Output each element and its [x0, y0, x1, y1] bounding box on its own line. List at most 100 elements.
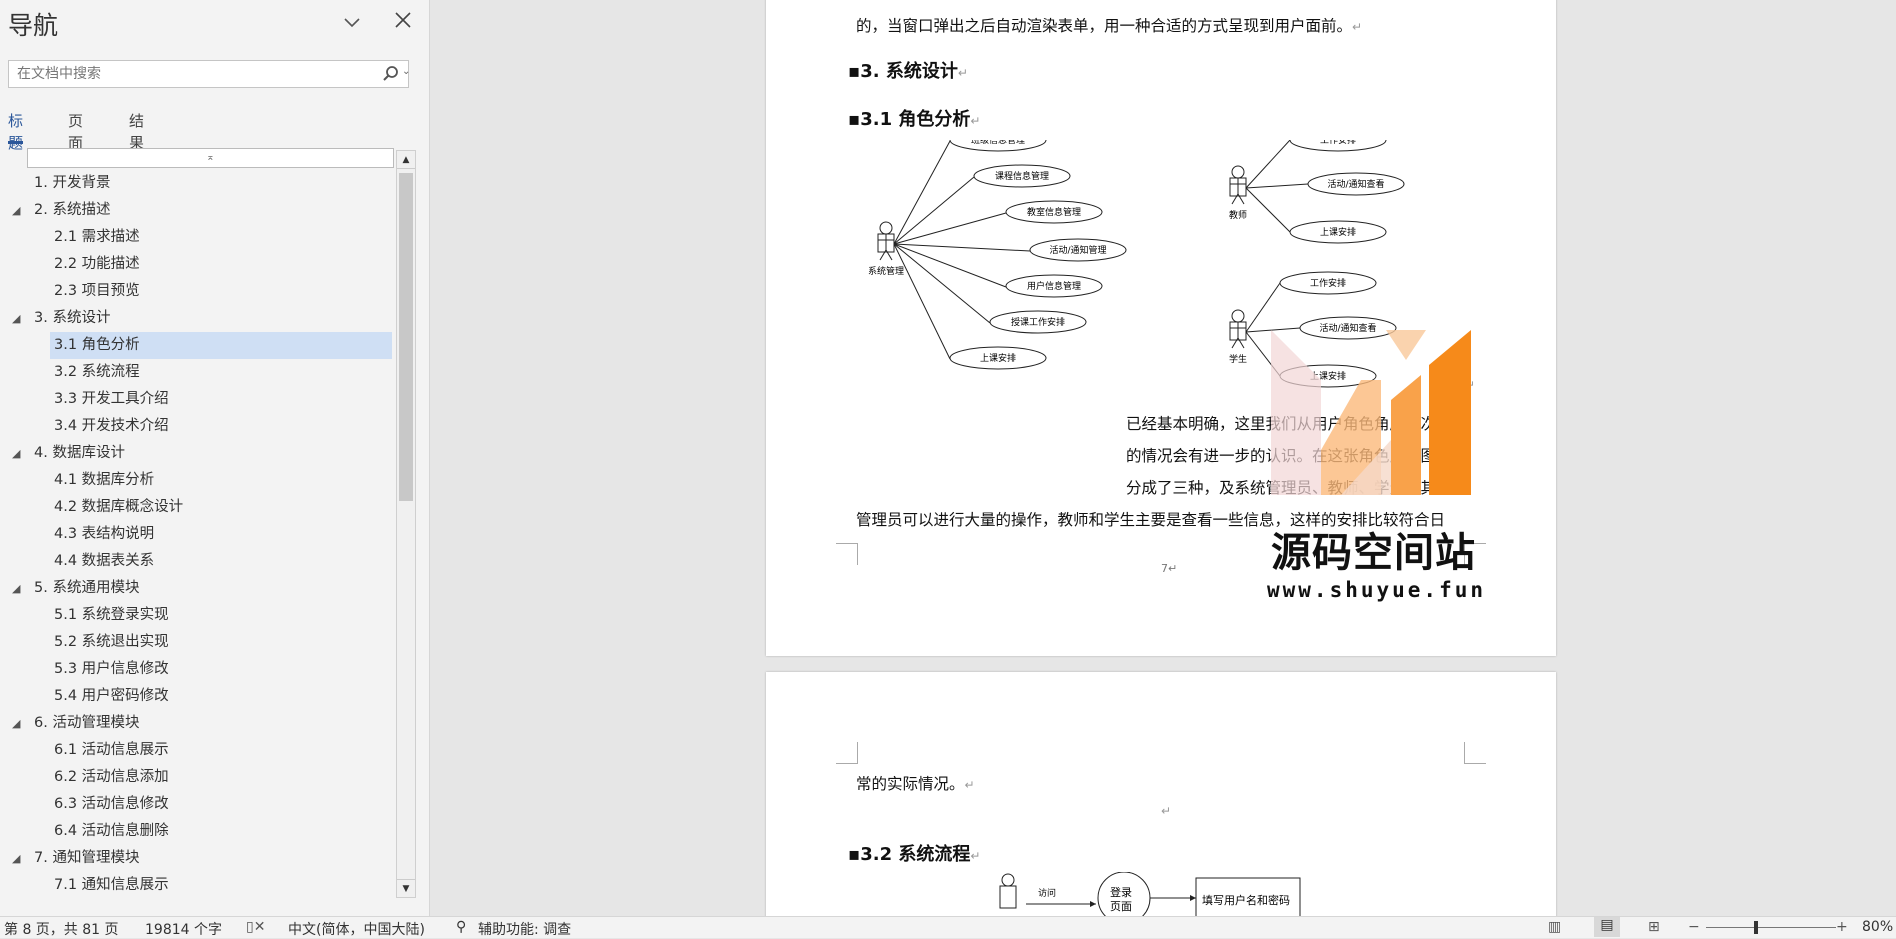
outline-item[interactable]: 2.3 项目预览 [0, 278, 396, 305]
outline-item[interactable]: 6.4 活动信息删除 [0, 818, 396, 845]
body-text-line: 管理员可以进行大量的操作，教师和学生主要是查看一些信息，这样的安排比较符合日 [856, 511, 1446, 529]
use-case-label: 活动/通知查看 [1327, 178, 1384, 190]
use-case-ellipse: 工作安排 [1279, 271, 1377, 295]
search-box[interactable]: ⌄ [8, 60, 410, 88]
use-case-ellipse: 班级信息管理 [949, 140, 1047, 152]
navigation-pane: 导航 ⌄ 标题 页面 结果 ⌅ 1. 开发背景 ◢ 2. 系统描述 2.1 需求描述 2… [0, 0, 430, 916]
flow-label-access: 访问 [1038, 887, 1056, 899]
word-count[interactable]: 19814 个字 [145, 919, 222, 939]
use-case-diagram: 班级信息管理课程信息管理教室信息管理活动/通知管理用户信息管理授课工作安排上课安… [868, 140, 1405, 388]
outline-item[interactable]: 5.1 系统登录实现 [0, 602, 396, 629]
outline-item[interactable]: 1. 开发背景 [0, 170, 396, 197]
use-case-label: 上课安排 [1310, 370, 1346, 382]
zoom-slider-thumb[interactable] [1754, 921, 1758, 934]
outline-item[interactable]: ◢ 4. 数据库设计 [0, 440, 396, 467]
use-case-label: 上课安排 [980, 352, 1016, 364]
use-case-ellipse: 活动/通知管理 [1029, 238, 1127, 262]
heading-3-1: ▪3.1 角色分析↵ [848, 109, 981, 130]
outline-item[interactable]: 3.2 系统流程 [0, 359, 396, 386]
expand-toggle-icon[interactable]: ◢ [12, 575, 20, 602]
expand-toggle-icon[interactable]: ◢ [12, 440, 20, 467]
flow-box-label: 填写用户名和密码 [1202, 893, 1290, 907]
use-case-ellipse: 教室信息管理 [1005, 200, 1103, 224]
outline-item[interactable]: 6.1 活动信息展示 [0, 737, 396, 764]
use-case-ellipse: 授课工作安排 [989, 310, 1087, 334]
scroll-down-icon[interactable]: ▼ [397, 879, 415, 897]
tab-headings[interactable]: 标题 [8, 110, 24, 152]
use-case-label: 活动/通知管理 [1049, 244, 1106, 256]
tab-pages[interactable]: 页面 [68, 110, 83, 152]
print-layout-icon[interactable]: ▤ [1594, 917, 1620, 937]
zoom-level[interactable]: 80% [1862, 919, 1893, 935]
web-layout-icon[interactable]: ⊞ [1648, 919, 1660, 935]
outline-item[interactable]: 2.1 需求描述 [0, 224, 396, 251]
outline-item[interactable]: 6.2 活动信息添加 [0, 764, 396, 791]
outline-item[interactable]: 4.3 表结构说明 [0, 521, 396, 548]
scroll-to-top-icon[interactable]: ⌅ [27, 148, 394, 168]
outline-item-label: 5.2 系统退出实现 [54, 634, 169, 650]
use-case-ellipse: 活动/通知查看 [1299, 316, 1397, 340]
outline-item[interactable]: ◢ 7. 通知管理模块 [0, 845, 396, 872]
outline-item[interactable]: 3.1 角色分析 [0, 332, 396, 359]
page-count[interactable]: 第 8 页，共 81 页 [4, 919, 119, 939]
outline-item-label: 3.3 开发工具介绍 [54, 391, 169, 407]
search-input[interactable] [9, 61, 369, 87]
actor-figure: 教师 [1229, 165, 1247, 221]
zoom-out-icon[interactable]: − [1688, 919, 1700, 935]
outline-item[interactable]: 6.3 活动信息修改 [0, 791, 396, 818]
document-canvas[interactable]: 的，当窗口弹出之后自动渲染表单，用一种合适的方式呈现到用户面前。↵ ▪3. 系统… [431, 0, 1896, 916]
document-page[interactable]: 的，当窗口弹出之后自动渲染表单，用一种合适的方式呈现到用户面前。↵ ▪3. 系统… [766, 0, 1556, 656]
outline-item[interactable]: 3.3 开发工具介绍 [0, 386, 396, 413]
outline-item-label: 3.1 角色分析 [50, 332, 392, 359]
use-case-label: 课程信息管理 [995, 170, 1049, 182]
proofing-icon[interactable]: ▯✕ [246, 919, 265, 935]
outline-item[interactable]: ◢ 2. 系统描述 [0, 197, 396, 224]
language-indicator[interactable]: 中文(简体，中国大陆) [288, 919, 425, 939]
use-case-label: 教室信息管理 [1027, 206, 1081, 218]
outline-item[interactable]: ◢ 5. 系统通用模块 [0, 575, 396, 602]
outline-item[interactable]: 5.4 用户密码修改 [0, 683, 396, 710]
actor-figure: 学生 [1229, 309, 1247, 365]
expand-toggle-icon[interactable]: ◢ [12, 197, 20, 224]
scrollbar-thumb[interactable] [399, 173, 413, 501]
outline-scrollbar[interactable]: ▲ ▼ [396, 150, 416, 898]
expand-toggle-icon[interactable]: ◢ [12, 305, 20, 332]
accessibility-status[interactable]: 辅助功能: 调查 [478, 919, 571, 939]
outline-item-label: 4.1 数据库分析 [54, 472, 155, 488]
accessibility-icon[interactable]: ⚲ [456, 919, 466, 935]
search-icon[interactable] [381, 64, 401, 84]
paragraph-mark: ↵ [1161, 804, 1172, 818]
outline-item[interactable]: 4.4 数据表关系 [0, 548, 396, 575]
body-text-line: 已经基本明确，这里我们从用户角色角度再次 [1126, 415, 1437, 433]
outline-item[interactable]: 3.4 开发技术介绍 [0, 413, 396, 440]
body-text-line: 的情况会有进一步的认识。在这张角色用例图 [1126, 447, 1437, 465]
outline-item-label: 6.4 活动信息删除 [54, 823, 169, 839]
expand-toggle-icon[interactable]: ◢ [12, 845, 20, 872]
close-icon[interactable] [390, 8, 416, 34]
outline-item[interactable]: 7.1 通知信息展示 [0, 872, 396, 898]
actor-label: 教师 [1229, 209, 1247, 221]
outline-item[interactable]: ◢ 3. 系统设计 [0, 305, 396, 332]
outline-item[interactable]: 5.2 系统退出实现 [0, 629, 396, 656]
document-page[interactable]: 常的实际情况。↵ ↵ ▪3.2 系统流程↵ 访问 登录 页面 填写用户名和密码 [766, 672, 1556, 916]
scroll-up-icon[interactable]: ▲ [397, 151, 415, 169]
outline-item-label: 7.1 通知信息展示 [54, 877, 169, 893]
zoom-in-icon[interactable]: + [1836, 919, 1848, 935]
zoom-slider[interactable] [1706, 927, 1836, 928]
read-mode-icon[interactable]: ▥ [1548, 919, 1561, 935]
expand-toggle-icon[interactable]: ◢ [12, 710, 20, 737]
outline-item-label: 5. 系统通用模块 [34, 580, 140, 596]
outline-item[interactable]: 2.2 功能描述 [0, 251, 396, 278]
search-options-chevron-icon[interactable]: ⌄ [402, 66, 410, 77]
outline-item[interactable]: ◢ 6. 活动管理模块 [0, 710, 396, 737]
outline-item[interactable]: 5.3 用户信息修改 [0, 656, 396, 683]
outline-item[interactable]: 4.2 数据库概念设计 [0, 494, 396, 521]
use-case-ellipse: 上课安排 [1289, 220, 1387, 244]
use-case-ellipse: 课程信息管理 [973, 164, 1071, 188]
outline-item-label: 3.2 系统流程 [54, 364, 140, 380]
chevron-down-icon[interactable] [340, 12, 364, 36]
outline-item-label: 4.3 表结构说明 [54, 526, 155, 542]
use-case-ellipse: 工作安排 [1289, 140, 1387, 152]
outline-item[interactable]: 4.1 数据库分析 [0, 467, 396, 494]
tab-results[interactable]: 结果 [129, 110, 144, 152]
